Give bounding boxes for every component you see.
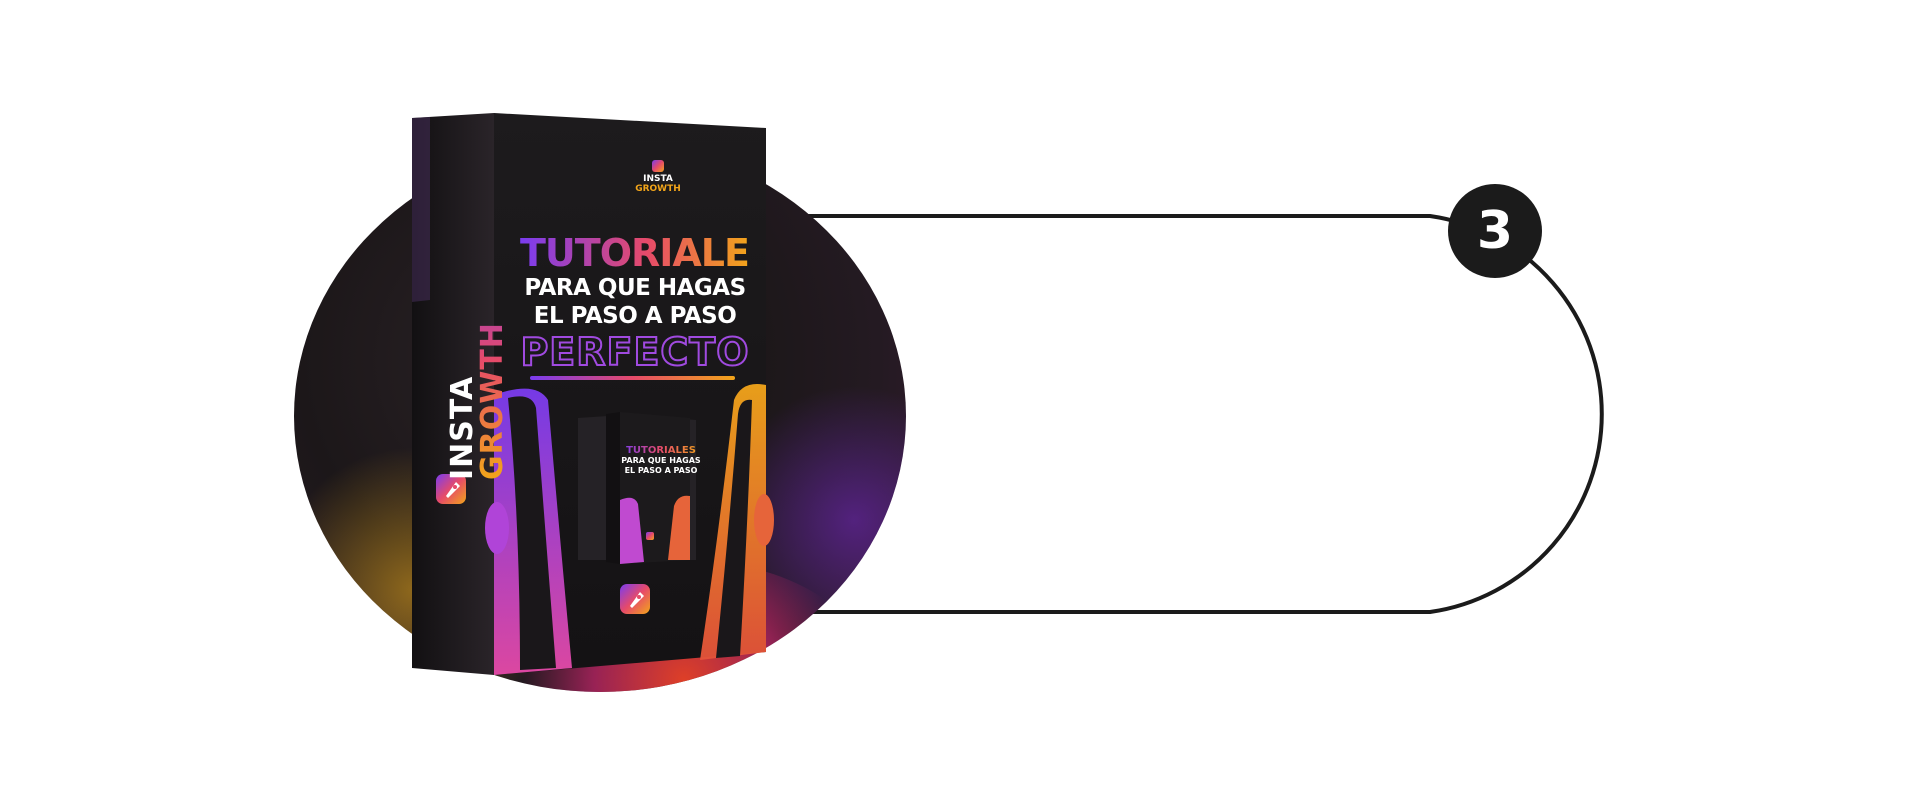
box-title: TUTORIALES PARA QUE HAGAS EL PASO A PASO… bbox=[519, 231, 776, 380]
front-arch-left-dot bbox=[485, 502, 509, 554]
mini-box-title: TUTORIALES PARA QUE HAGAS EL PASO A PASO bbox=[621, 446, 701, 476]
front-logo-line1: INSTA bbox=[643, 174, 673, 184]
title-main: TUTORIALES bbox=[520, 231, 776, 275]
box-spine-highlight bbox=[412, 117, 430, 302]
mini-box-back-left bbox=[578, 416, 608, 560]
mini-box-rocket-icon bbox=[646, 532, 654, 540]
mini-title-sub-1: PARA QUE HAGAS bbox=[621, 456, 701, 465]
spine-brand-text: INSTA GROWTH bbox=[445, 240, 510, 480]
front-rocket-icon bbox=[620, 584, 650, 614]
mini-title-sub-2: EL PASO A PASO bbox=[624, 466, 698, 475]
title-sub-1: PARA QUE HAGAS bbox=[524, 275, 746, 301]
product-box bbox=[412, 113, 774, 675]
mini-title-main: TUTORIALES bbox=[621, 446, 701, 456]
instagram-icon bbox=[652, 160, 664, 172]
spine-brand-line1: INSTA bbox=[445, 375, 480, 480]
title-sub-2: EL PASO A PASO bbox=[533, 303, 737, 329]
slide-canvas: INSTA GROWTH INSTA GROWTH TUTORIALES PAR… bbox=[0, 0, 1912, 800]
front-arch-right-dot bbox=[754, 494, 774, 546]
front-brand-logo: INSTA GROWTH bbox=[618, 160, 698, 194]
step-number-badge: 3 bbox=[1448, 184, 1542, 278]
front-logo-line2: GROWTH bbox=[635, 184, 681, 194]
mini-box-spine bbox=[606, 412, 620, 564]
title-last: PERFECTO bbox=[519, 329, 750, 375]
spine-brand-line2: GROWTH bbox=[475, 240, 510, 480]
title-underline bbox=[530, 376, 735, 380]
